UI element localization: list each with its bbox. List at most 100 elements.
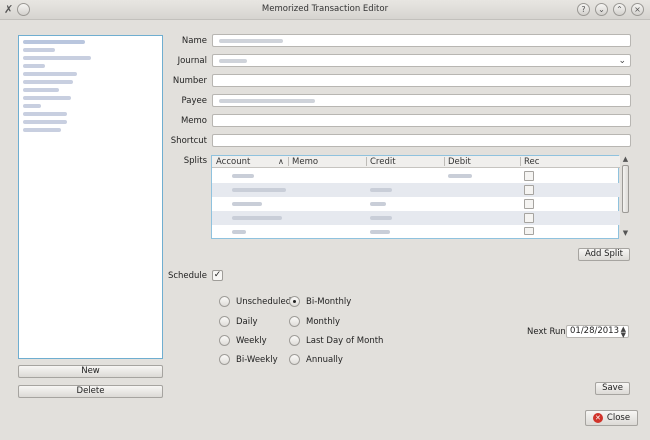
list-item[interactable] xyxy=(23,104,41,108)
debit-cell xyxy=(448,174,472,178)
chevron-down-icon: ⌄ xyxy=(618,56,626,66)
maximize-chevron-up-icon[interactable]: ⌃ xyxy=(613,3,626,16)
name-value xyxy=(219,39,283,43)
splits-label: Splits xyxy=(183,156,207,166)
radio-label-monthly: Monthly xyxy=(306,317,341,327)
titlebar-controls: ? ⌄ ⌃ × xyxy=(577,3,644,16)
next-run-label: Next Run xyxy=(527,327,566,337)
shortcut-label: Shortcut xyxy=(170,136,207,146)
radio-label-bi-weekly: Bi-Weekly xyxy=(236,355,278,365)
account-cell xyxy=(232,230,246,234)
column-header-account[interactable]: Account xyxy=(216,157,250,167)
account-cell xyxy=(232,202,262,206)
rec-checkbox[interactable] xyxy=(524,185,534,195)
column-header-debit[interactable]: Debit xyxy=(448,157,471,167)
column-header-credit[interactable]: Credit xyxy=(370,157,396,167)
payee-label: Payee xyxy=(181,96,207,106)
rec-checkbox[interactable] xyxy=(524,171,534,181)
list-item[interactable] xyxy=(23,128,61,132)
credit-cell xyxy=(370,216,392,220)
journal-select[interactable]: ⌄ xyxy=(212,54,631,67)
account-cell xyxy=(232,188,286,192)
radio-label-daily: Daily xyxy=(236,317,258,327)
close-button-label: Close xyxy=(606,413,631,423)
radio-label-unscheduled: Unscheduled xyxy=(236,297,292,307)
radio-label-bi-monthly: Bi-Monthly xyxy=(306,297,352,307)
splits-scrollbar[interactable]: ▲ ▼ xyxy=(620,155,631,239)
shortcut-field[interactable] xyxy=(212,134,631,147)
radio-daily[interactable] xyxy=(219,316,230,327)
scroll-up-icon[interactable]: ▲ xyxy=(620,155,631,164)
close-icon: ✕ xyxy=(592,412,603,423)
rec-checkbox[interactable] xyxy=(524,227,534,235)
list-item[interactable] xyxy=(23,120,67,124)
table-row[interactable] xyxy=(212,225,620,238)
radio-bi-monthly[interactable] xyxy=(289,296,300,307)
new-button[interactable]: New xyxy=(18,365,163,378)
number-label: Number xyxy=(172,76,207,86)
schedule-checkbox[interactable]: ✓ xyxy=(212,270,223,281)
scroll-thumb[interactable] xyxy=(622,165,629,213)
list-item[interactable] xyxy=(23,88,59,92)
payee-field[interactable] xyxy=(212,94,631,107)
minimize-chevron-down-icon[interactable]: ⌄ xyxy=(595,3,608,16)
name-label: Name xyxy=(181,36,207,46)
radio-bi-weekly[interactable] xyxy=(219,354,230,365)
list-item[interactable] xyxy=(23,72,77,76)
memo-field[interactable] xyxy=(212,114,631,127)
journal-label: Journal xyxy=(177,56,207,66)
titlebar: ✗ Memorized Transaction Editor ? ⌄ ⌃ × xyxy=(0,0,650,20)
radio-label-last-day-of-month: Last Day of Month xyxy=(306,336,384,346)
radio-label-weekly: Weekly xyxy=(236,336,267,346)
window-title: Memorized Transaction Editor xyxy=(261,4,389,14)
radio-last-day-of-month[interactable] xyxy=(289,335,300,346)
radio-weekly[interactable] xyxy=(219,335,230,346)
list-item[interactable] xyxy=(23,64,45,68)
list-item[interactable] xyxy=(23,80,73,84)
next-run-date-value: 01/28/2013 xyxy=(570,326,619,336)
list-item[interactable] xyxy=(23,112,67,116)
splits-header: Account ∧ Memo Credit Debit Rec xyxy=(212,156,620,168)
payee-value xyxy=(219,99,315,103)
close-window-icon[interactable]: × xyxy=(631,3,644,16)
list-item[interactable] xyxy=(23,40,85,44)
list-item[interactable] xyxy=(23,48,55,52)
list-item[interactable] xyxy=(23,96,71,100)
account-cell xyxy=(232,216,282,220)
close-button[interactable]: ✕ Close xyxy=(585,410,638,426)
save-button[interactable]: Save xyxy=(595,382,630,395)
rec-checkbox[interactable] xyxy=(524,213,534,223)
table-row[interactable] xyxy=(212,169,620,183)
column-header-memo[interactable]: Memo xyxy=(292,157,318,167)
column-divider xyxy=(444,157,445,166)
radio-label-annually: Annually xyxy=(306,355,343,365)
name-field[interactable] xyxy=(212,34,631,47)
sort-ascending-icon: ∧ xyxy=(278,157,284,166)
next-run-date-field[interactable]: 01/28/2013 ▲ ▼ xyxy=(566,325,629,339)
column-header-rec[interactable]: Rec xyxy=(524,157,539,167)
credit-cell xyxy=(370,188,392,192)
help-icon[interactable]: ? xyxy=(577,3,590,16)
radio-unscheduled[interactable] xyxy=(219,296,230,307)
memorized-transaction-editor-window: ✗ Memorized Transaction Editor ? ⌄ ⌃ × N… xyxy=(0,0,650,440)
column-divider xyxy=(366,157,367,166)
table-row[interactable] xyxy=(212,183,620,197)
radio-monthly[interactable] xyxy=(289,316,300,327)
list-item[interactable] xyxy=(23,56,91,60)
column-divider xyxy=(288,157,289,166)
date-spinner-icon[interactable]: ▲ ▼ xyxy=(621,326,626,339)
scroll-down-icon[interactable]: ▼ xyxy=(620,229,631,238)
account-cell xyxy=(232,174,254,178)
add-split-button[interactable]: Add Split xyxy=(578,248,630,261)
delete-button[interactable]: Delete xyxy=(18,385,163,398)
rec-checkbox[interactable] xyxy=(524,199,534,209)
schedule-label: Schedule xyxy=(167,271,207,281)
memo-label: Memo xyxy=(180,116,207,126)
credit-cell xyxy=(370,202,386,206)
table-row[interactable] xyxy=(212,211,620,225)
splits-table[interactable]: Account ∧ Memo Credit Debit Rec xyxy=(211,155,620,239)
table-row[interactable] xyxy=(212,197,620,211)
number-field[interactable] xyxy=(212,74,631,87)
radio-annually[interactable] xyxy=(289,354,300,365)
column-divider xyxy=(520,157,521,166)
